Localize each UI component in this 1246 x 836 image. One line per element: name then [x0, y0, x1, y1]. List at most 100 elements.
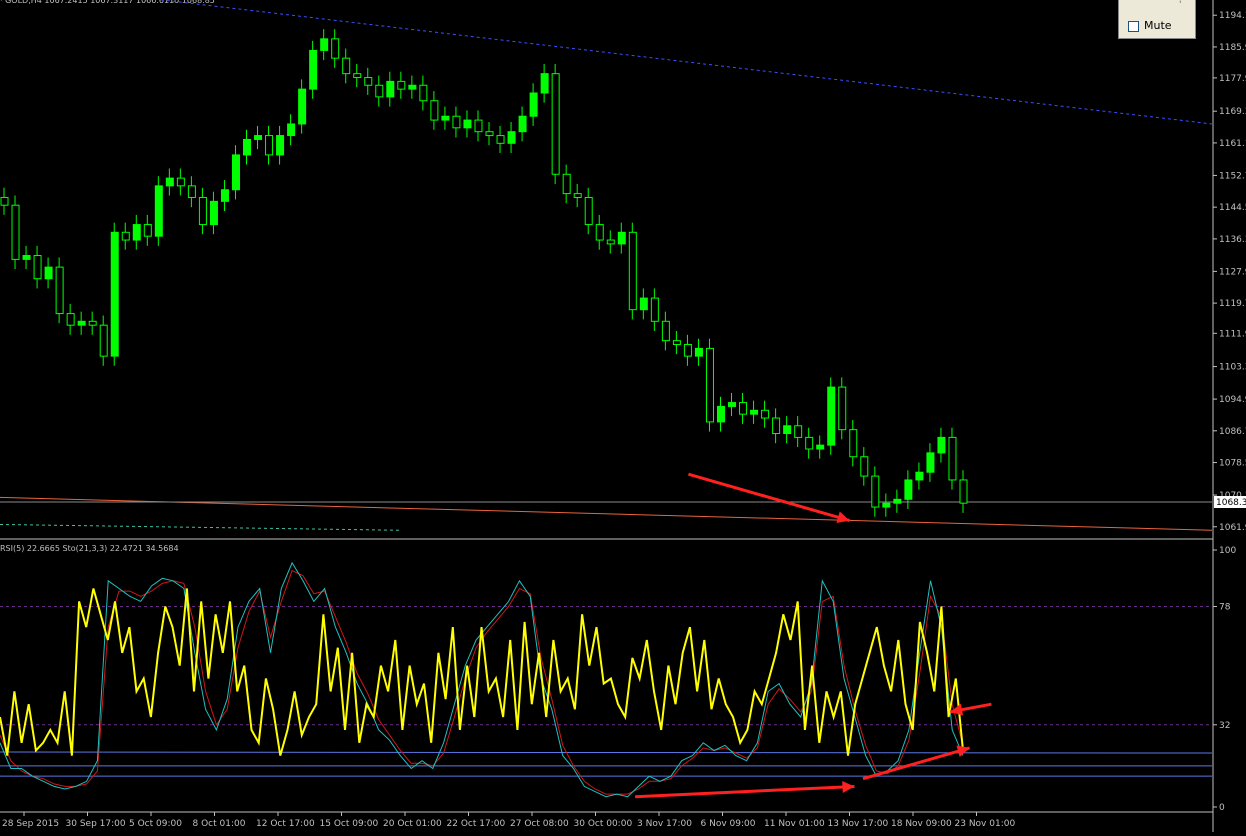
candle-body — [209, 200, 218, 226]
price-tick-label: 1194.1 — [1219, 11, 1246, 21]
candle-body — [154, 185, 163, 237]
candle-body — [364, 77, 373, 86]
candle-body — [88, 320, 97, 326]
candle-body — [573, 193, 582, 198]
price-tick-label: 1144.5 — [1219, 203, 1246, 213]
candle-body — [816, 444, 825, 450]
candle-body — [121, 231, 130, 241]
indicator-tick-label: 100 — [1219, 546, 1236, 556]
candle-body — [716, 405, 725, 423]
candle-body — [893, 498, 902, 504]
candle-body — [143, 224, 152, 237]
time-tick-label: 18 Nov 09:00 — [891, 819, 952, 829]
candle-body — [750, 409, 759, 415]
price-tick-label: 1086.7 — [1219, 427, 1246, 437]
candle-body — [650, 297, 659, 322]
candle-body — [937, 436, 946, 454]
candle-body — [77, 320, 86, 326]
trend-line — [0, 523, 400, 531]
candle-body — [617, 231, 626, 245]
candle-body — [562, 173, 571, 195]
time-tick-label: 22 Oct 17:00 — [447, 819, 506, 829]
indicator-tick-label: 32 — [1219, 721, 1230, 731]
indicator-divergence-arrow — [635, 784, 855, 799]
price-tick-label: 1185.9 — [1219, 43, 1246, 53]
candle-body — [639, 297, 648, 311]
candle-body — [672, 340, 681, 346]
candle-body — [441, 115, 450, 121]
price-tick-label: 1111.9 — [1219, 329, 1246, 339]
candle-body — [948, 436, 957, 481]
candle-body — [198, 196, 207, 226]
price-tick-label: 1103.3 — [1219, 363, 1246, 373]
candle-body — [231, 154, 240, 191]
time-tick-label: 12 Oct 17:00 — [256, 819, 315, 829]
indicator-title: RSI(5) 22.6665 Sto(21,3,3) 22.4721 34.56… — [0, 544, 179, 553]
time-tick-label: 13 Nov 17:00 — [828, 819, 889, 829]
candle-body — [408, 84, 417, 90]
candle-body — [518, 115, 527, 133]
candle-body — [220, 189, 229, 202]
candle-body — [628, 231, 637, 311]
time-tick-label: 30 Oct 00:00 — [574, 819, 633, 829]
price-tick-label: 1127.9 — [1219, 267, 1246, 277]
indicator-divergence-arrow-head — [842, 781, 855, 793]
candle-body — [331, 38, 340, 59]
candle-body — [55, 266, 64, 315]
candle-body — [110, 231, 119, 357]
candle-body — [959, 479, 968, 504]
candle-body — [683, 344, 692, 357]
candle-body — [287, 123, 296, 137]
candle-body — [926, 452, 935, 473]
trend-line — [158, 0, 1213, 125]
candle-body — [463, 119, 472, 129]
candle-body — [320, 38, 329, 51]
price-tick-label: 1161.1 — [1219, 139, 1246, 149]
time-tick-label: 6 Nov 09:00 — [701, 819, 756, 829]
indicator-tick-label: 78 — [1219, 603, 1231, 613]
candle-body — [0, 196, 9, 206]
time-tick-label: 11 Nov 01:00 — [764, 819, 825, 829]
mute-checkbox[interactable] — [1128, 21, 1139, 32]
candle-body — [375, 84, 384, 98]
candle-body — [529, 92, 538, 117]
time-tick-label: 8 Oct 01:00 — [193, 819, 246, 829]
candle-body — [187, 185, 196, 198]
candle-body — [827, 386, 836, 446]
time-tick-label: 30 Sep 17:00 — [66, 819, 126, 829]
price-tick-label: 1078.5 — [1219, 459, 1246, 469]
candle-body — [474, 119, 483, 133]
time-tick-label: 3 Nov 17:00 — [637, 819, 692, 829]
price-tick-label: 1177.9 — [1219, 74, 1246, 84]
indicator-tick-label: 0 — [1219, 803, 1225, 813]
candle-body — [904, 479, 913, 500]
price-tick-label: 1152.7 — [1219, 171, 1246, 181]
candle-body — [66, 313, 75, 326]
candle-body — [309, 49, 318, 90]
current-price-label: 1068.3 — [1216, 498, 1246, 508]
candle-body — [584, 196, 593, 226]
candle-body — [485, 131, 494, 137]
candle-body — [551, 73, 560, 175]
candle-body — [298, 88, 307, 125]
candle-body — [132, 224, 141, 241]
candle-body — [342, 57, 351, 75]
candle-body — [694, 347, 703, 357]
candle-body — [772, 417, 781, 435]
candle-body — [540, 73, 549, 94]
price-tick-label: 1136.3 — [1219, 235, 1246, 245]
mute-panel: ' Mute — [1118, 0, 1196, 39]
candle-body — [860, 456, 869, 477]
price-tick-label: 1119.7 — [1219, 299, 1246, 309]
price-tick-label: 1169.3 — [1219, 107, 1246, 117]
candle-body — [22, 255, 31, 260]
candle-body — [386, 80, 395, 98]
candle-body — [44, 266, 53, 280]
candle-body — [353, 73, 362, 79]
candle-body — [805, 436, 814, 450]
candle-body — [176, 177, 185, 187]
candle-body — [254, 135, 263, 140]
candle-body — [761, 409, 770, 419]
candle-body — [419, 84, 428, 102]
candle-body — [739, 402, 748, 415]
